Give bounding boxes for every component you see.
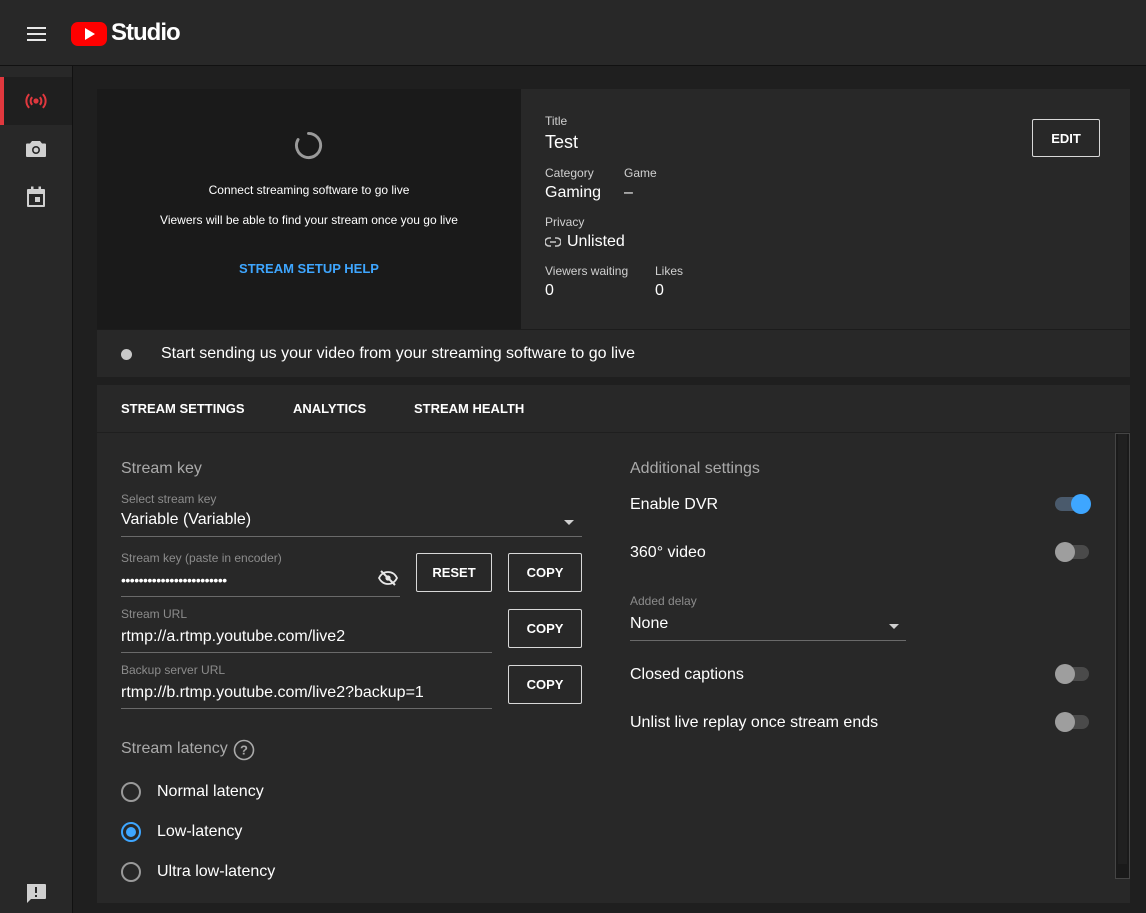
backup-url-underline	[121, 708, 492, 709]
stream-preview: Connect streaming software to go live Vi…	[97, 89, 521, 329]
calendar-icon	[27, 186, 45, 207]
svg-text:?: ?	[240, 743, 248, 758]
help-icon[interactable]: ?	[233, 739, 255, 761]
youtube-play-logo-icon	[71, 22, 107, 46]
link-icon	[545, 237, 561, 247]
low-latency-label[interactable]: Low-latency	[157, 823, 242, 841]
sidebar-item-schedule[interactable]	[0, 173, 72, 221]
video-360-toggle[interactable]	[1055, 542, 1091, 562]
scrollbar-thumb[interactable]	[1118, 434, 1127, 864]
top-app-bar: Studio	[0, 0, 1146, 66]
stream-url-label: Stream URL	[121, 607, 188, 621]
radio-ultra-low-latency[interactable]	[121, 862, 141, 882]
hamburger-menu-icon[interactable]	[20, 21, 54, 47]
loading-spinner-icon	[295, 131, 323, 160]
preview-message-viewers: Viewers will be able to find your stream…	[160, 213, 458, 227]
radio-normal-latency[interactable]	[121, 782, 141, 802]
copy-backup-url-button[interactable]: COPY	[508, 665, 582, 704]
game-value: –	[624, 184, 633, 201]
category-value: Gaming	[545, 184, 602, 201]
game-label: Game	[624, 166, 657, 180]
additional-settings-heading: Additional settings	[630, 460, 760, 477]
stream-settings-panel: STREAM SETTINGS ANALYTICS STREAM HEALTH …	[97, 385, 1130, 903]
viewers-waiting-label: Viewers waiting	[545, 264, 629, 278]
sidebar-item-webcam[interactable]	[0, 125, 72, 173]
stream-key-label: Stream key (paste in encoder)	[121, 551, 282, 565]
reset-stream-key-button[interactable]: RESET	[416, 553, 492, 592]
enable-dvr-label: Enable DVR	[630, 496, 719, 513]
stream-setup-help-link[interactable]: STREAM SETUP HELP	[97, 261, 521, 276]
added-delay-value[interactable]: None	[630, 615, 668, 633]
privacy-value: Unlisted	[567, 233, 625, 250]
scrollbar[interactable]	[1115, 433, 1130, 879]
select-underline	[121, 536, 582, 537]
unlist-replay-label: Unlist live replay once stream ends	[630, 714, 879, 731]
dropdown-arrow-icon[interactable]	[564, 520, 574, 525]
tab-bar: STREAM SETTINGS ANALYTICS STREAM HEALTH	[97, 385, 1130, 433]
tab-stream-health[interactable]: STREAM HEALTH	[414, 401, 524, 416]
tab-analytics[interactable]: ANALYTICS	[293, 401, 366, 416]
stream-url-value[interactable]: rtmp://a.rtmp.youtube.com/live2	[121, 628, 345, 646]
stream-key-heading: Stream key	[121, 460, 202, 477]
added-delay-underline	[630, 640, 906, 641]
backup-url-label: Backup server URL	[121, 663, 226, 677]
edit-button[interactable]: EDIT	[1032, 119, 1100, 157]
copy-stream-url-button[interactable]: COPY	[508, 609, 582, 648]
sidebar	[0, 66, 73, 913]
status-message: Start sending us your video from your st…	[161, 345, 635, 362]
title-label: Title	[545, 114, 568, 128]
normal-latency-label[interactable]: Normal latency	[157, 783, 264, 801]
privacy-label: Privacy	[545, 215, 585, 229]
logo-text: Studio	[111, 19, 181, 46]
select-stream-key-value[interactable]: Variable (Variable)	[121, 511, 251, 529]
likes-value: 0	[655, 282, 664, 299]
added-delay-label: Added delay	[630, 594, 697, 608]
unlist-replay-toggle[interactable]	[1055, 712, 1091, 732]
closed-captions-label: Closed captions	[630, 666, 744, 683]
closed-captions-toggle[interactable]	[1055, 664, 1091, 684]
tab-stream-settings[interactable]: STREAM SETTINGS	[121, 401, 245, 416]
stream-status-bar: Start sending us your video from your st…	[97, 329, 1130, 377]
copy-stream-key-button[interactable]: COPY	[508, 553, 582, 592]
dropdown-arrow-icon[interactable]	[889, 624, 899, 629]
stream-key-underline	[121, 596, 400, 597]
live-broadcast-icon	[25, 93, 47, 109]
feedback-icon[interactable]	[24, 882, 50, 906]
stream-latency-heading: Stream latency	[121, 740, 228, 757]
stream-details-panel: Title Test Category Gaming Game – Privac…	[521, 89, 1130, 329]
video-360-label: 360° video	[630, 544, 706, 561]
stream-url-underline	[121, 652, 492, 653]
backup-url-value[interactable]: rtmp://b.rtmp.youtube.com/live2?backup=1	[121, 684, 424, 702]
viewers-waiting-value: 0	[545, 282, 554, 299]
visibility-off-icon[interactable]	[378, 570, 398, 586]
radio-low-latency[interactable]	[121, 822, 141, 842]
enable-dvr-toggle[interactable]	[1055, 494, 1091, 514]
stream-key-value[interactable]: ••••••••••••••••••••••••	[121, 572, 227, 588]
preview-message-connect: Connect streaming software to go live	[208, 183, 410, 197]
youtube-studio-logo[interactable]: Studio	[71, 19, 181, 49]
likes-label: Likes	[655, 264, 684, 278]
sidebar-item-live[interactable]	[0, 77, 72, 125]
category-label: Category	[545, 166, 594, 180]
status-indicator-dot	[121, 349, 132, 360]
camera-icon	[26, 141, 46, 157]
ultra-low-latency-label[interactable]: Ultra low-latency	[157, 863, 275, 881]
select-stream-key-label: Select stream key	[121, 492, 217, 506]
title-value: Test	[545, 132, 579, 152]
